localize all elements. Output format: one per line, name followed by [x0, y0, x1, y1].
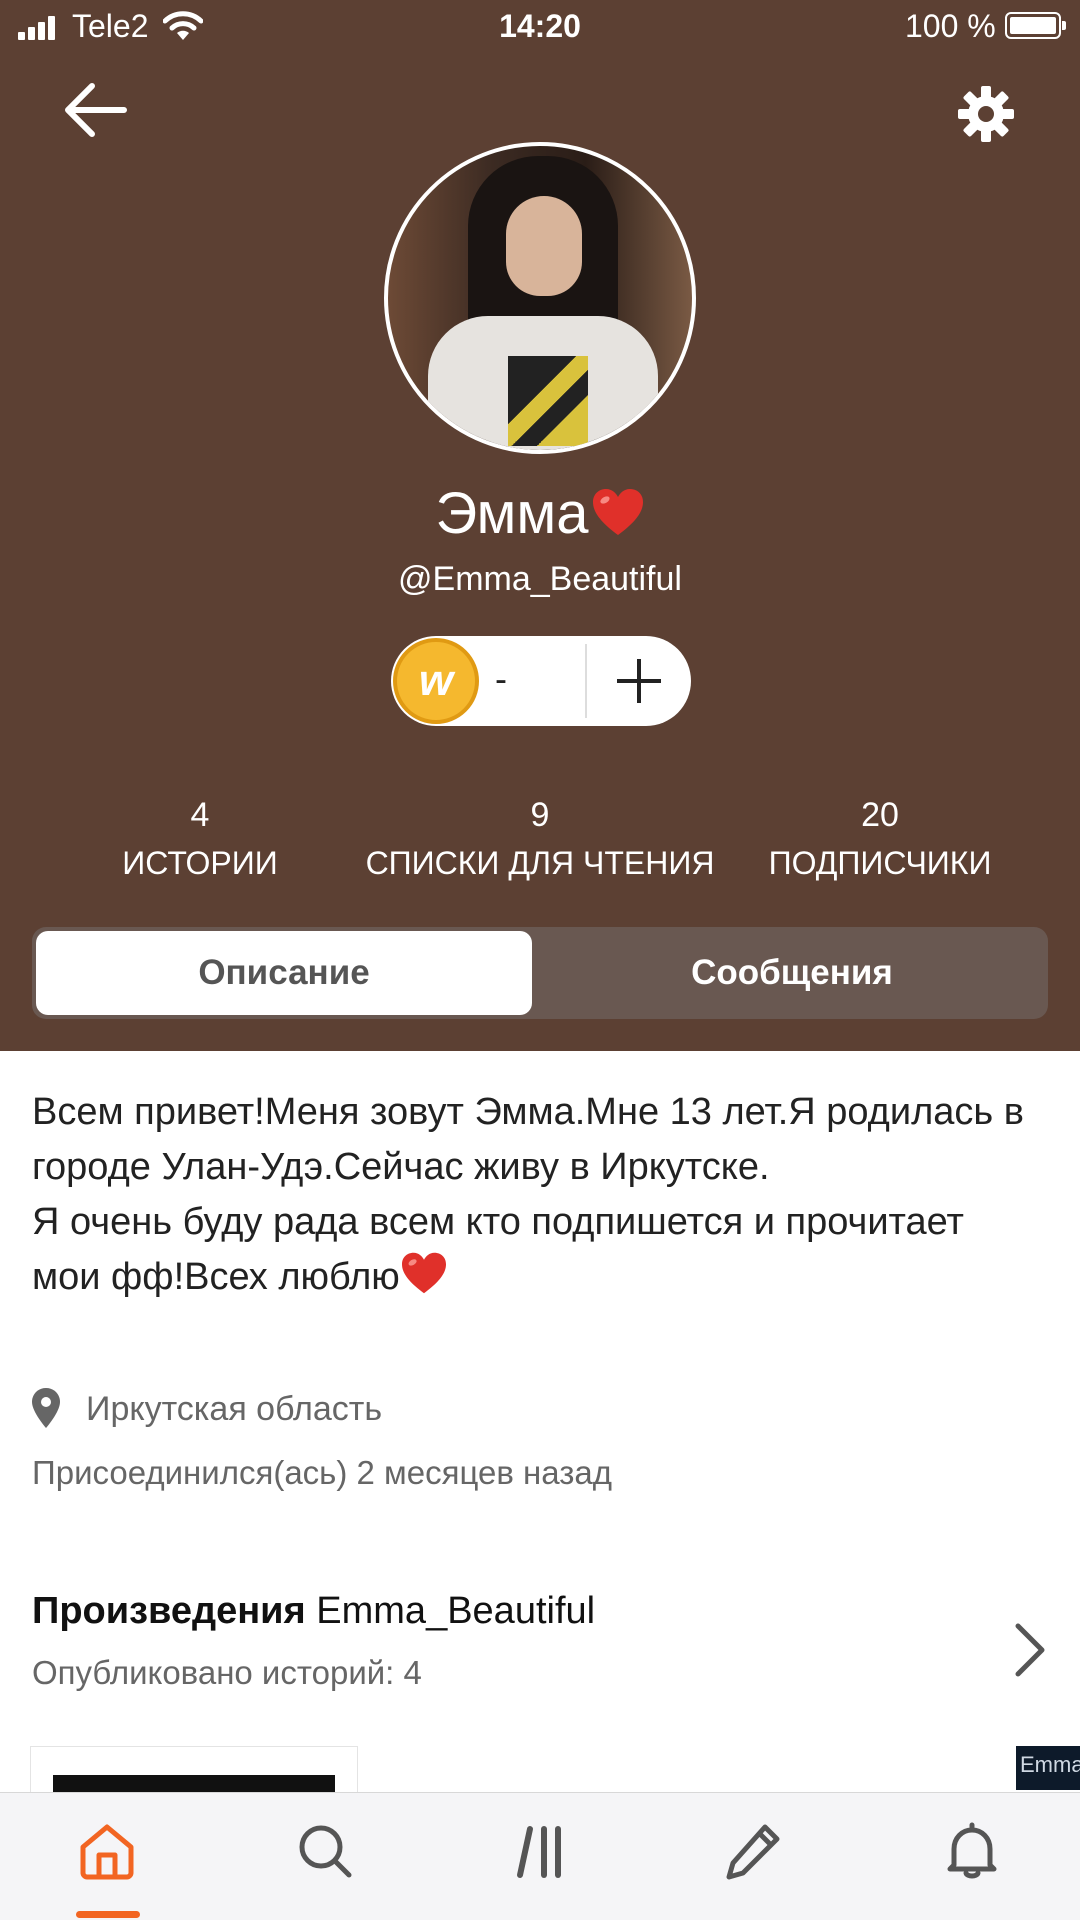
stat-reading-lists[interactable]: 9 СПИСКИ ДЛЯ ЧТЕНИЯ: [340, 796, 740, 882]
pencil-icon: [726, 1824, 780, 1880]
stat-value: 9: [530, 796, 550, 834]
username: @Emma_Beautiful: [398, 560, 682, 598]
display-name-text: Эмма: [435, 481, 589, 546]
tab-search[interactable]: [265, 1793, 385, 1920]
profile-tabs: Описание Сообщения: [32, 927, 1048, 1019]
coins-widget: w -: [391, 636, 691, 726]
battery-icon: [1005, 12, 1066, 39]
stat-value: 20: [861, 796, 899, 834]
heart-icon: [592, 489, 643, 535]
bio-line: Всем привет!Меня зовут Эмма.Мне 13 лет.Я…: [32, 1091, 1024, 1188]
stat-stories[interactable]: 4 ИСТОРИИ: [80, 796, 320, 882]
bottom-tab-bar: [0, 1792, 1080, 1920]
stat-label: СПИСКИ ДЛЯ ЧТЕНИЯ: [365, 845, 715, 881]
home-icon: [80, 1824, 134, 1880]
tab-messages[interactable]: Сообщения: [540, 931, 1044, 1015]
status-bar: Tele2 14:20 100 %: [0, 0, 1080, 54]
display-name: Эмма: [0, 480, 1080, 547]
stat-label: ПОДПИСЧИКИ: [768, 845, 992, 881]
works-title: Произведения Emma_Beautiful: [32, 1590, 595, 1633]
add-coins-button[interactable]: [587, 636, 691, 726]
bio-text: Всем привет!Меня зовут Эмма.Мне 13 лет.Я…: [32, 1085, 1042, 1305]
chevron-right-icon[interactable]: [1010, 1622, 1050, 1678]
location-text: Иркутская область: [86, 1390, 383, 1428]
bell-icon: [947, 1822, 997, 1879]
story-cover-text: Emma: [1020, 1752, 1080, 1777]
library-icon: [517, 1826, 561, 1878]
bio-line: Я очень буду рада всем кто подпишется и …: [32, 1201, 964, 1298]
search-icon: [299, 1825, 352, 1878]
coin-balance: -: [495, 658, 507, 699]
battery-percent: 100 %: [905, 8, 996, 44]
map-pin-icon: [32, 1388, 60, 1428]
tab-notifications[interactable]: [912, 1793, 1032, 1920]
tab-library[interactable]: [482, 1793, 602, 1920]
gear-icon[interactable]: [956, 84, 1016, 144]
back-arrow-icon[interactable]: [62, 80, 128, 140]
joined-date: Присоединился(ась) 2 месяцев назад: [32, 1454, 612, 1491]
heart-icon: [401, 1252, 446, 1294]
works-section-header[interactable]: Произведения Emma_Beautiful Опубликовано…: [0, 1590, 1080, 1710]
avatar[interactable]: [384, 142, 696, 454]
active-tab-indicator: [76, 1911, 140, 1918]
wattpad-coin-icon: w: [393, 638, 479, 724]
tab-about[interactable]: Описание: [36, 931, 532, 1015]
works-title-label: Произведения: [32, 1590, 306, 1632]
story-cover-peek[interactable]: Emma: [1016, 1746, 1080, 1790]
profile-header: Tele2 14:20 100 % Эмма @Emma_Beautiful w…: [0, 0, 1080, 1051]
tab-write[interactable]: [693, 1793, 813, 1920]
stat-value: 4: [190, 796, 210, 834]
works-count: Опубликовано историй: 4: [32, 1654, 422, 1691]
stat-label: ИСТОРИИ: [122, 845, 278, 881]
stat-followers[interactable]: 20 ПОДПИСЧИКИ: [750, 796, 1010, 882]
location-row: Иркутская область: [32, 1386, 832, 1436]
works-title-user: Emma_Beautiful: [316, 1590, 596, 1632]
tab-home[interactable]: [47, 1793, 167, 1920]
